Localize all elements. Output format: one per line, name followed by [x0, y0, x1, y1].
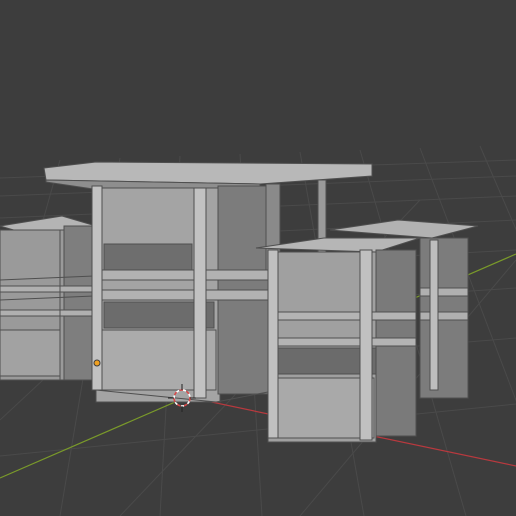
left-shelf-unit[interactable]	[0, 215, 97, 381]
object-origin-marker[interactable]	[93, 359, 101, 367]
right-front-shelf-unit[interactable]	[255, 237, 421, 443]
viewport-canvas	[0, 145, 516, 516]
3d-viewport[interactable]	[0, 0, 516, 516]
